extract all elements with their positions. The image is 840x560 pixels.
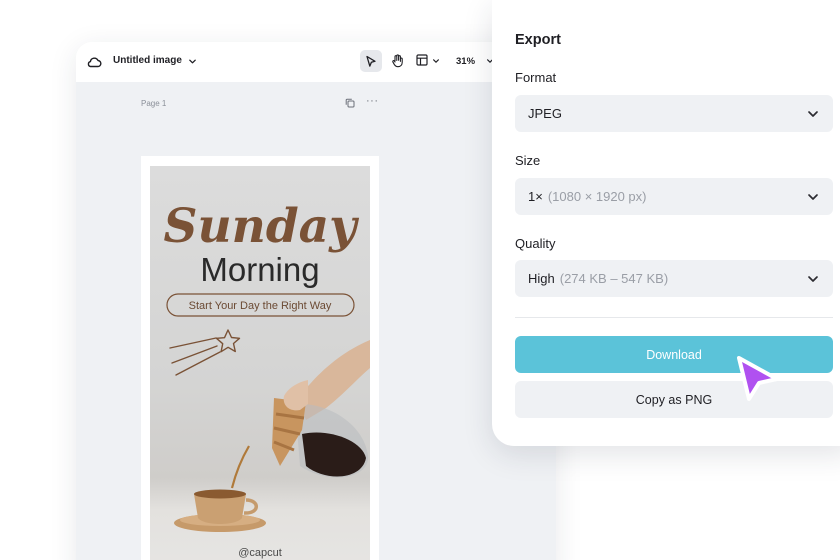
size-detail: (1080 × 1920 px) (547, 189, 647, 204)
shooting-star-doodle (169, 329, 241, 376)
quality-value: High (528, 271, 555, 286)
page-frame[interactable]: Sunday Morning Start Your Day the Right … (141, 156, 379, 560)
poster-handle: @capcut (238, 547, 282, 559)
chevron-down-icon[interactable] (432, 57, 440, 65)
poster-script-title: Sunday (164, 199, 360, 254)
more-icon[interactable]: ··· (366, 95, 379, 107)
download-button[interactable]: Download (515, 336, 833, 373)
copy-icon[interactable] (345, 98, 355, 108)
size-value: 1× (528, 189, 543, 204)
chevron-down-icon[interactable] (188, 57, 197, 66)
editor-toolbar: Untitled image 31% (76, 42, 556, 82)
format-label: Format (515, 70, 557, 85)
poster-image[interactable]: Sunday Morning Start Your Day the Right … (150, 166, 370, 560)
cloud-icon[interactable] (86, 54, 102, 70)
format-value: JPEG (528, 106, 562, 121)
size-label: Size (515, 153, 541, 168)
chevron-down-icon (808, 276, 818, 282)
layout-icon[interactable] (416, 54, 428, 66)
poster-tagline: Start Your Day the Right Way (189, 300, 332, 312)
panel-divider (515, 317, 833, 318)
poster-coffee-stream (230, 445, 250, 489)
pointer-tool-button[interactable] (360, 50, 382, 72)
export-panel: Export Format JPEG Size 1× (1080 × 1920 … (492, 0, 840, 446)
poster-hand (283, 380, 308, 411)
chevron-down-icon (808, 194, 818, 200)
canvas-area: Page 1 ··· Sunday Morning Start Your Day… (76, 82, 556, 560)
zoom-level[interactable]: 31% (456, 56, 475, 67)
hand-tool-button[interactable] (387, 51, 407, 71)
poster-artwork: Sunday Morning Start Your Day the Right … (164, 199, 370, 559)
quality-detail: (274 KB – 547 KB) (559, 271, 669, 286)
format-select[interactable]: JPEG (515, 95, 833, 132)
quality-label: Quality (515, 236, 556, 251)
export-title: Export (515, 32, 561, 48)
size-select[interactable]: 1× (1080 × 1920 px) (515, 178, 833, 215)
hand-icon (391, 54, 403, 68)
quality-select[interactable]: High (274 KB – 547 KB) (515, 260, 833, 297)
pointer-icon (366, 55, 376, 67)
document-title[interactable]: Untitled image (113, 55, 182, 66)
mouse-cursor-icon (737, 356, 779, 401)
chevron-down-icon (808, 111, 818, 117)
poster-headline: Morning (200, 251, 319, 288)
editor-window: Untitled image 31% Page 1 ··· Sunday Mor… (76, 42, 556, 560)
copy-as-png-button[interactable]: Copy as PNG (515, 381, 833, 418)
page-label: Page 1 (141, 99, 167, 108)
